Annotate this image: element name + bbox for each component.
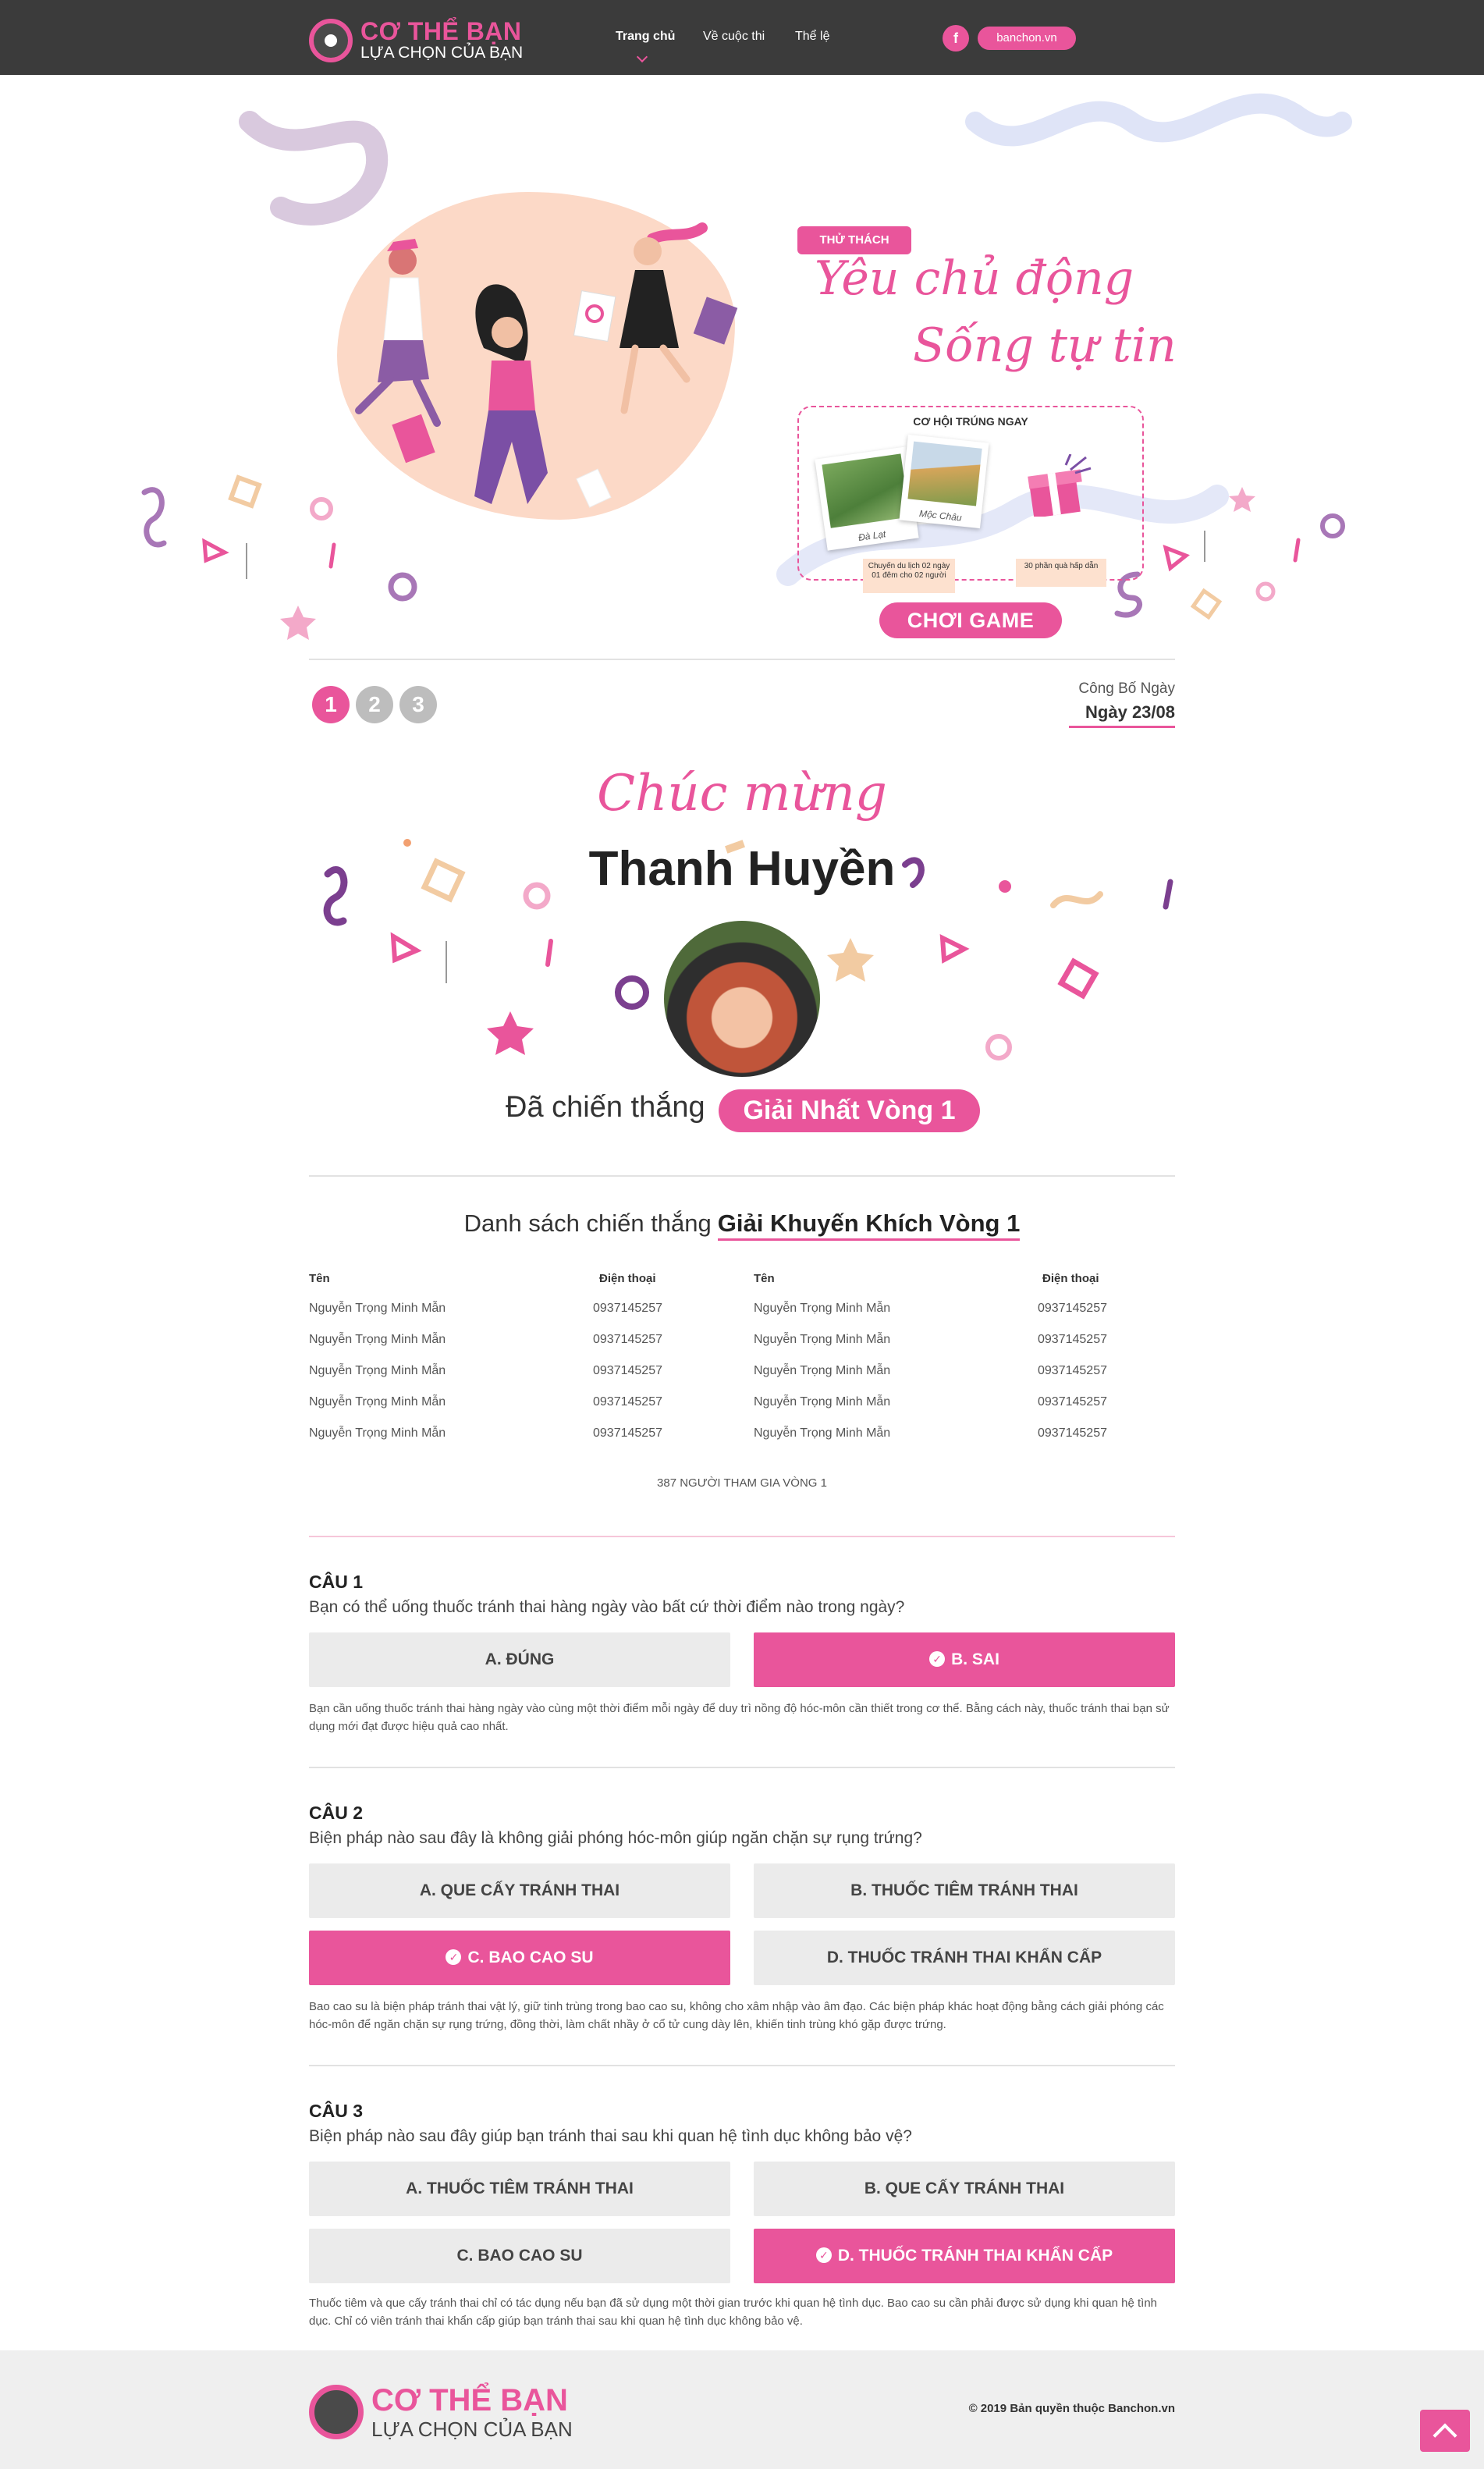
logo-subtitle: LỰA CHỌN CỦA BẠN bbox=[360, 44, 524, 62]
question-2-label: CÂU 2 bbox=[309, 1803, 364, 1823]
footer-logo-mark-icon bbox=[309, 2385, 364, 2439]
section-divider bbox=[309, 1767, 1175, 1768]
winner-row-name: Nguyễn Trọng Minh Mẫn bbox=[309, 1333, 446, 1346]
answer-3a[interactable]: A. THUỐC TIÊM TRÁNH THAI bbox=[309, 2162, 730, 2216]
site-link-button[interactable]: banchon.vn bbox=[978, 27, 1076, 50]
site-logo[interactable]: CƠ THỂ BẠN LỰA CHỌN CỦA BẠN bbox=[309, 17, 523, 62]
check-circle-icon: ✓ bbox=[815, 2247, 832, 2263]
column-header-name: Tên bbox=[754, 1272, 775, 1285]
announce-date: Ngày 23/08 bbox=[1069, 702, 1175, 728]
question-1-text: Bạn có thể uống thuốc tránh thai hàng ng… bbox=[309, 1598, 905, 1616]
winners-list-title-prefix: Danh sách chiến thắng bbox=[463, 1210, 712, 1237]
logo-mark-icon bbox=[309, 19, 353, 62]
winner-row-phone: 0937145257 bbox=[1038, 1302, 1107, 1315]
answer-3b[interactable]: B. QUE CẤY TRÁNH THAI bbox=[754, 2162, 1175, 2216]
answer-3c[interactable]: C. BAO CAO SU bbox=[309, 2229, 730, 2283]
answer-2c-label: C. BAO CAO SU bbox=[467, 1949, 594, 1966]
answer-3d-label: D. THUỐC TRÁNH THAI KHẨN CẤP bbox=[837, 2247, 1113, 2265]
winner-row-name: Nguyễn Trọng Minh Mẫn bbox=[754, 1395, 891, 1409]
question-3-label: CÂU 3 bbox=[309, 2101, 364, 2121]
column-header-name: Tên bbox=[309, 1272, 330, 1285]
site-header: CƠ THỂ BẠN LỰA CHỌN CỦA BẠN Trang chủ Về… bbox=[0, 0, 1484, 75]
footer-logo-title[interactable]: CƠ THỂ BẠN bbox=[371, 2383, 568, 2418]
prize-note-trip: Chuyến du lịch 02 ngày 01 đêm cho 02 ngư… bbox=[863, 559, 955, 593]
winner-name: Thanh Huyền bbox=[588, 842, 896, 896]
congrats-heading: Chúc mừng bbox=[597, 765, 887, 822]
winners-list-title: Danh sách chiến thắng Giải Khuyến Khích V… bbox=[0, 1210, 1484, 1241]
question-1-explanation: Bạn cần uống thuốc tránh thai hàng ngày … bbox=[309, 1702, 1170, 1733]
answer-3d[interactable]: ✓ D. THUỐC TRÁNH THAI KHẨN CẤP bbox=[754, 2229, 1175, 2283]
prize-title: CƠ HỘI TRÚNG NGAY bbox=[913, 415, 1028, 428]
hero-banner: THỬ THÁCH Yêu chủ động Sống tự tin CƠ HỘ… bbox=[0, 75, 1484, 652]
round-step-2[interactable]: 2 bbox=[356, 686, 393, 723]
answer-1a[interactable]: A. ĐÚNG bbox=[309, 1632, 730, 1687]
facebook-icon[interactable]: f bbox=[943, 25, 969, 52]
arrow-up-icon[interactable] bbox=[1420, 2410, 1470, 2452]
round-step-1[interactable]: 1 bbox=[312, 686, 350, 723]
hero-title-line1: Yêu chủ động bbox=[815, 251, 1134, 306]
announce-label: Công Bố Ngày bbox=[1078, 680, 1175, 697]
winner-row-phone: 0937145257 bbox=[593, 1364, 662, 1377]
answer-2b[interactable]: B. THUỐC TIÊM TRÁNH THAI bbox=[754, 1863, 1175, 1918]
answer-2d[interactable]: D. THUỐC TRÁNH THAI KHẨN CẤP bbox=[754, 1931, 1175, 1985]
winner-row-name: Nguyễn Trọng Minh Mẫn bbox=[754, 1364, 891, 1377]
winner-row-phone: 0937145257 bbox=[1038, 1395, 1107, 1409]
hero-title-line2: Sống tự tin bbox=[913, 318, 1177, 373]
nav-home[interactable]: Trang chủ bbox=[616, 30, 675, 44]
photo-mocchau: Mộc Châu bbox=[899, 434, 989, 529]
question-2-explanation: Bao cao su là biện pháp tránh thai vật l… bbox=[309, 2000, 1164, 2031]
winner-avatar bbox=[664, 921, 820, 1077]
question-2-text: Biện pháp nào sau đây là không giải phón… bbox=[309, 1829, 922, 1847]
challenge-tag: THỬ THÁCH bbox=[797, 226, 911, 254]
section-divider bbox=[309, 659, 1175, 660]
prize-badge: Giải Nhất Vòng 1 bbox=[719, 1089, 980, 1132]
winner-row-phone: 0937145257 bbox=[593, 1333, 662, 1346]
answer-1b-label: B. SAI bbox=[951, 1650, 999, 1668]
gift-icon bbox=[1028, 454, 1092, 517]
answer-2a[interactable]: A. QUE CẤY TRÁNH THAI bbox=[309, 1863, 730, 1918]
section-divider bbox=[309, 1175, 1175, 1177]
participants-count: 387 NGƯỜI THAM GIA VÒNG 1 bbox=[657, 1476, 827, 1490]
winner-row-name: Nguyễn Trọng Minh Mẫn bbox=[309, 1426, 446, 1440]
winner-row-name: Nguyễn Trọng Minh Mẫn bbox=[309, 1395, 446, 1409]
winner-row-phone: 0937145257 bbox=[1038, 1333, 1107, 1346]
winner-row-name: Nguyễn Trọng Minh Mẫn bbox=[754, 1426, 891, 1440]
winner-row-phone: 0937145257 bbox=[1038, 1426, 1107, 1440]
winners-list-title-prize: Giải Khuyến Khích Vòng 1 bbox=[717, 1210, 1021, 1241]
winner-row-name: Nguyễn Trọng Minh Mẫn bbox=[754, 1333, 891, 1346]
question-1-label: CÂU 1 bbox=[309, 1572, 364, 1592]
footer-logo-subtitle: LỰA CHỌN CỦA BẠN bbox=[371, 2417, 573, 2441]
copyright-text: © 2019 Bản quyền thuộc Banchon.vn bbox=[968, 2402, 1175, 2415]
hero-illustration bbox=[355, 222, 738, 508]
question-3-text: Biện pháp nào sau đây giúp bạn tránh tha… bbox=[309, 2127, 912, 2145]
column-header-phone: Điện thoại bbox=[1042, 1272, 1099, 1285]
decorative-shapes bbox=[141, 93, 1352, 640]
winner-row-phone: 0937145257 bbox=[593, 1426, 662, 1440]
column-header-phone: Điện thoại bbox=[599, 1272, 656, 1285]
answer-2c[interactable]: ✓ C. BAO CAO SU bbox=[309, 1931, 730, 1985]
round-step-3[interactable]: 3 bbox=[399, 686, 437, 723]
winner-row-name: Nguyễn Trọng Minh Mẫn bbox=[754, 1302, 891, 1315]
check-circle-icon: ✓ bbox=[929, 1651, 946, 1667]
winner-row-phone: 0937145257 bbox=[593, 1302, 662, 1315]
winner-row-phone: 0937145257 bbox=[593, 1395, 662, 1409]
chevron-down-icon bbox=[636, 51, 648, 63]
nav-about[interactable]: Về cuộc thi bbox=[703, 30, 765, 44]
question-3-explanation: Thuốc tiêm và que cấy tránh thai chỉ có … bbox=[309, 2297, 1158, 2328]
section-divider bbox=[309, 2065, 1175, 2066]
logo-title: CƠ THỂ BẠN bbox=[360, 17, 522, 45]
check-circle-icon: ✓ bbox=[446, 1949, 462, 1965]
prize-note-gifts: 30 phần quà hấp dẫn bbox=[1016, 559, 1106, 587]
winner-row-phone: 0937145257 bbox=[1038, 1364, 1107, 1377]
site-footer bbox=[0, 2350, 1484, 2469]
nav-rules[interactable]: Thể lệ bbox=[795, 30, 829, 44]
answer-1b[interactable]: ✓ B. SAI bbox=[754, 1632, 1175, 1687]
won-label: Đã chiến thắng bbox=[506, 1091, 705, 1124]
winner-row-name: Nguyễn Trọng Minh Mẫn bbox=[309, 1364, 446, 1377]
section-divider bbox=[309, 1536, 1175, 1537]
winner-row-name: Nguyễn Trọng Minh Mẫn bbox=[309, 1302, 446, 1315]
play-game-button[interactable]: CHƠI GAME bbox=[879, 602, 1062, 638]
